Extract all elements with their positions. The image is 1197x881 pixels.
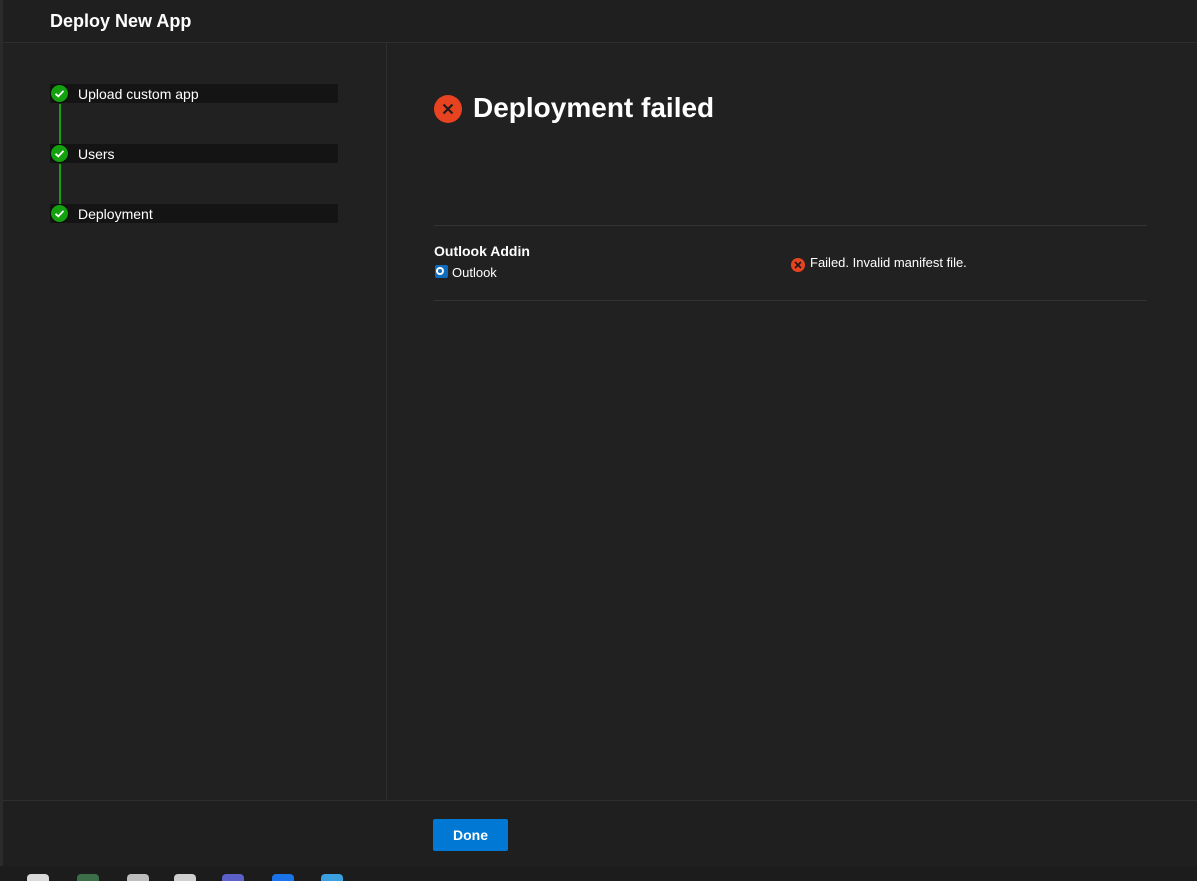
host-app-label: Outlook — [452, 265, 497, 280]
error-circle-icon — [434, 95, 462, 123]
teams-icon[interactable] — [222, 874, 244, 881]
notepad-icon[interactable] — [27, 874, 49, 881]
chrome-icon[interactable] — [77, 874, 99, 881]
divider — [434, 300, 1147, 301]
file-explorer-icon[interactable] — [127, 874, 149, 881]
checkmark-icon — [50, 84, 69, 103]
editor-icon[interactable] — [174, 874, 196, 881]
panel-footer: Done — [3, 800, 1197, 867]
panel-header: Deploy New App — [3, 0, 1197, 43]
deployment-result-pane: Deployment failed Outlook Addin Outlook … — [387, 43, 1197, 800]
error-circle-icon — [791, 258, 805, 272]
wizard-step-users[interactable]: Users — [50, 144, 338, 163]
checkmark-icon — [50, 144, 69, 163]
panel-title: Deploy New App — [50, 11, 192, 31]
step-connector-line — [59, 104, 61, 144]
done-button[interactable]: Done — [433, 819, 508, 851]
wizard-steps-pane: Upload custom app Users Deployment — [3, 43, 387, 800]
checkmark-icon — [50, 204, 69, 223]
deployment-status-title: Deployment failed — [473, 92, 715, 123]
app-status-text: Failed. Invalid manifest file. — [810, 255, 967, 270]
step-label: Upload custom app — [78, 86, 199, 102]
wizard-step-deployment[interactable]: Deployment — [50, 204, 338, 223]
deploy-new-app-panel: Deploy New App Upload custom app Users D… — [3, 0, 1197, 867]
step-connector-line — [59, 164, 61, 204]
store-icon[interactable] — [321, 874, 343, 881]
wizard-step-upload-custom-app[interactable]: Upload custom app — [50, 84, 338, 103]
divider — [434, 225, 1147, 226]
app-name: Outlook Addin — [434, 243, 530, 259]
edge-icon[interactable] — [272, 874, 294, 881]
step-label: Users — [78, 146, 115, 162]
taskbar — [0, 866, 1197, 881]
outlook-icon — [435, 265, 448, 278]
step-label: Deployment — [78, 206, 153, 222]
